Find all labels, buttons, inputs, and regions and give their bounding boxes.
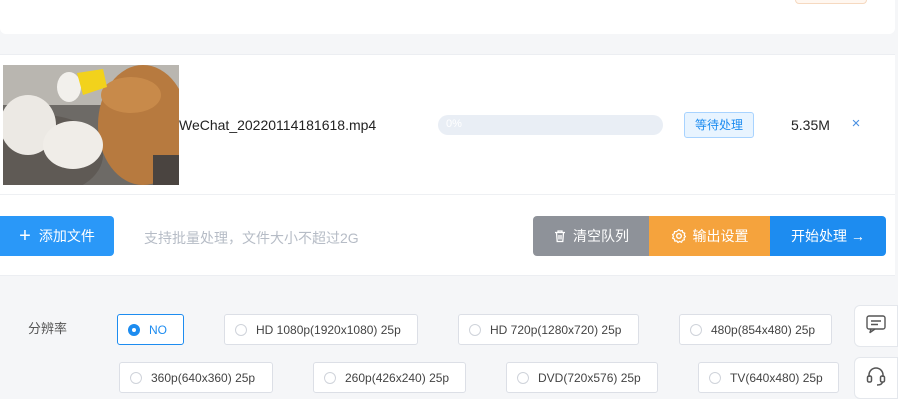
action-button-group: 清空队列 输出设置 开始处理 → xyxy=(533,216,886,256)
resolution-option-480p[interactable]: 480p(854x480) 25p xyxy=(679,314,832,345)
progress-bar: 0% xyxy=(438,115,663,135)
resolution-option-1080p[interactable]: HD 1080p(1920x1080) 25p xyxy=(224,314,418,345)
radio-icon xyxy=(128,323,140,336)
top-panel xyxy=(0,0,895,34)
video-thumbnail xyxy=(3,65,179,185)
option-label: 480p(854x480) 25p xyxy=(711,322,816,337)
resolution-option-tv[interactable]: TV(640x480) 25p xyxy=(698,362,839,393)
start-processing-button[interactable]: 开始处理 → xyxy=(770,216,886,256)
resolution-option-260p[interactable]: 260p(426x240) 25p xyxy=(313,362,466,393)
plus-icon: + xyxy=(19,225,31,247)
headset-icon xyxy=(865,365,887,392)
radio-icon xyxy=(130,371,142,384)
upload-hint: 支持批量处理，文件大小不超过2G xyxy=(144,230,359,246)
resolution-option-no[interactable]: NO xyxy=(117,314,184,345)
resolution-option-720p[interactable]: HD 720p(1280x720) 25p xyxy=(458,314,639,345)
option-label: DVD(720x576) 25p xyxy=(538,370,641,385)
feedback-button[interactable] xyxy=(854,305,898,347)
add-file-label: 添加文件 xyxy=(38,228,95,244)
radio-icon xyxy=(709,371,721,384)
trash-icon xyxy=(553,229,567,243)
clear-queue-button[interactable]: 清空队列 xyxy=(533,216,649,256)
radio-icon xyxy=(690,323,702,336)
output-settings-button[interactable]: 输出设置 xyxy=(649,216,770,256)
option-label: NO xyxy=(149,322,167,337)
option-label: TV(640x480) 25p xyxy=(730,370,823,385)
close-icon[interactable]: × xyxy=(848,116,864,132)
option-label: 360p(640x360) 25p xyxy=(151,370,256,385)
resolution-option-360p[interactable]: 360p(640x360) 25p xyxy=(119,362,273,393)
output-settings-label: 输出设置 xyxy=(692,228,749,244)
file-queue-card: WeChat_20220114181618.mp4 0% 等待处理 5.35M … xyxy=(0,54,895,276)
clear-queue-label: 清空队列 xyxy=(573,228,629,244)
option-label: HD 720p(1280x720) 25p xyxy=(490,322,622,337)
status-badge: 等待处理 xyxy=(684,112,754,138)
radio-icon xyxy=(235,323,247,336)
message-icon xyxy=(865,314,887,339)
resolution-label: 分辨率 xyxy=(28,321,68,336)
file-row: WeChat_20220114181618.mp4 0% 等待处理 5.35M … xyxy=(0,55,895,195)
add-file-button[interactable]: + 添加文件 xyxy=(0,216,114,256)
file-name: WeChat_20220114181618.mp4 xyxy=(179,117,377,133)
radio-icon xyxy=(517,371,529,384)
start-processing-label: 开始处理 → xyxy=(791,228,865,244)
file-size: 5.35M xyxy=(791,117,830,133)
support-button[interactable] xyxy=(854,357,898,399)
option-label: HD 1080p(1920x1080) 25p xyxy=(256,322,401,337)
resolution-option-dvd[interactable]: DVD(720x576) 25p xyxy=(506,362,658,393)
gear-icon xyxy=(671,228,687,244)
option-label: 260p(426x240) 25p xyxy=(345,370,450,385)
top-panel-button[interactable] xyxy=(795,0,867,4)
radio-icon xyxy=(324,371,336,384)
radio-icon xyxy=(469,323,481,336)
progress-text: 0% xyxy=(446,118,462,130)
